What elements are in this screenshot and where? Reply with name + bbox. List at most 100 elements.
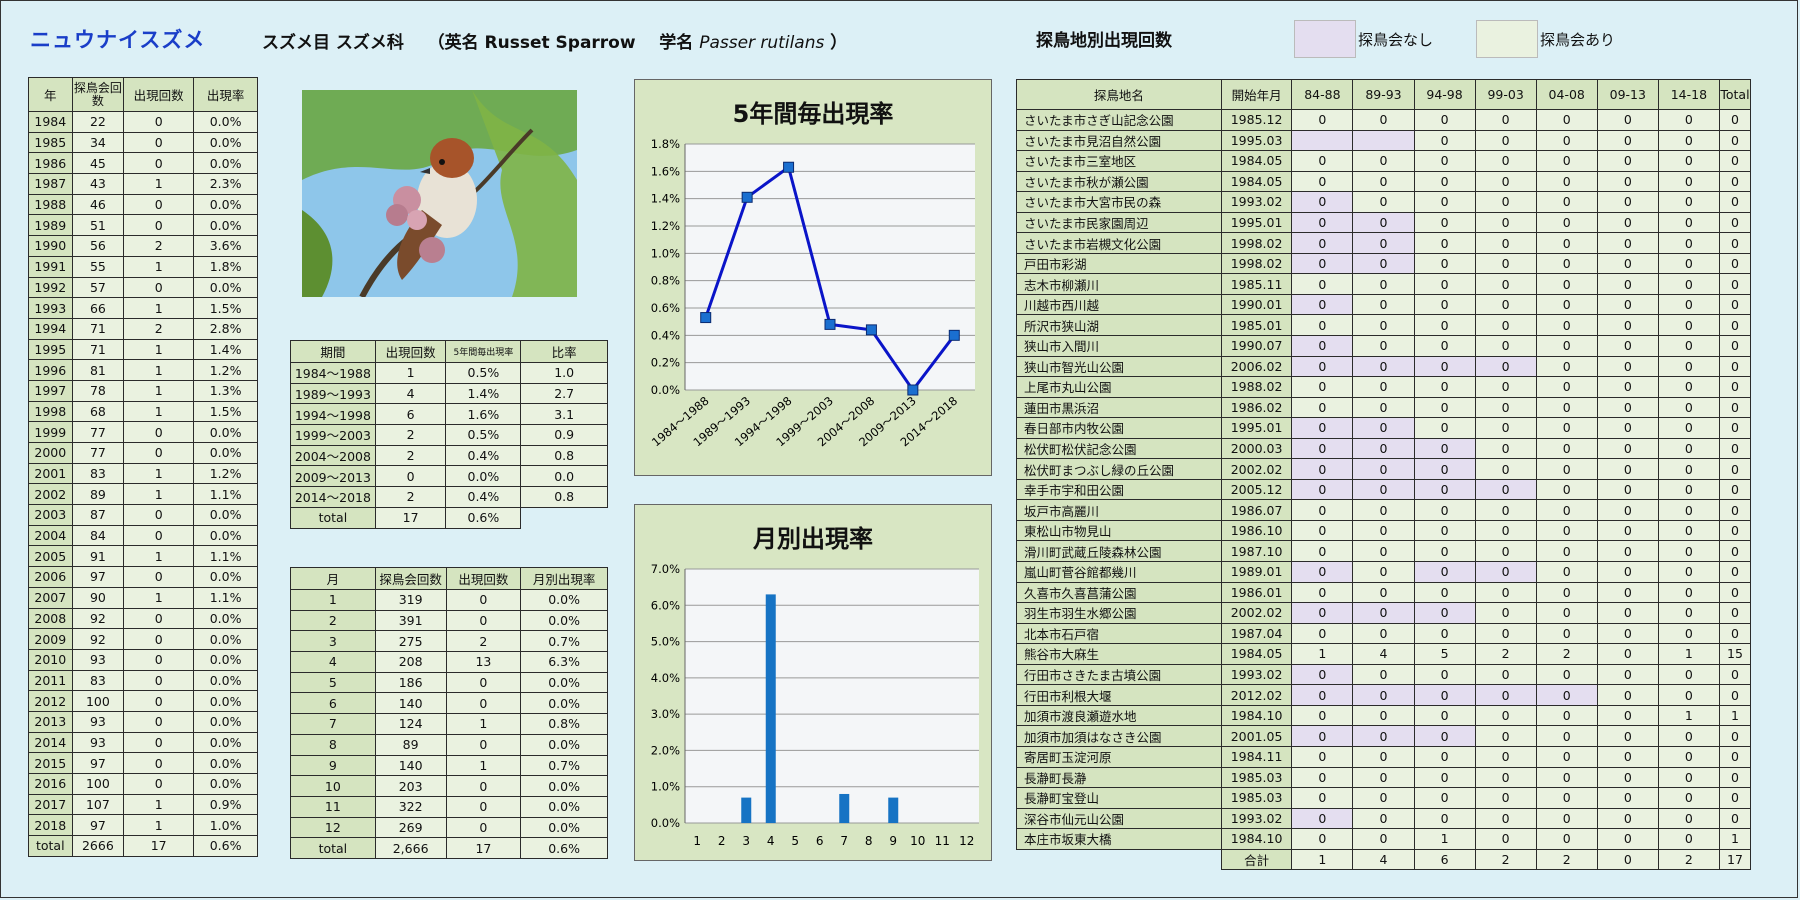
year-row: 1996 81 1 1.2% — [28, 359, 258, 381]
site-count-cell: 0 — [1291, 191, 1354, 213]
site-total-label: 合計 — [1220, 848, 1293, 871]
site-count-cell: 0 — [1474, 355, 1537, 378]
year-cell: 0 — [123, 111, 195, 133]
site-name: 松伏町まつぶし緑の丘公園 — [1016, 458, 1222, 480]
year-row: 1993 66 1 1.5% — [28, 297, 258, 319]
site-row: 嵐山町菅谷館都幾川 1989.01 0 0 0 0 0 0 0 0 — [1016, 561, 1752, 583]
year-cell: 1 — [123, 297, 195, 319]
bar-y-tick: 7.0% — [651, 562, 680, 576]
site-count-cell: 0 — [1535, 109, 1598, 131]
year-row: 1986 45 0 0.0% — [28, 152, 258, 175]
period-total-cell: 0.6% — [445, 506, 522, 529]
site-header-cell: 09-13 — [1596, 79, 1659, 110]
site-count-cell: 0 — [1291, 561, 1354, 583]
month-row: 9 140 1 0.7% — [290, 754, 608, 777]
year-cell: 1.1% — [193, 586, 258, 609]
site-count-cell: 0 — [1718, 417, 1752, 439]
month-cell: 12 — [290, 816, 376, 839]
site-count-cell: 0 — [1474, 376, 1537, 398]
month-total-cell: 17 — [445, 837, 522, 859]
year-cell: 1.3% — [193, 379, 258, 402]
site-count-cell: 0 — [1291, 252, 1354, 275]
site-count-cell: 0 — [1657, 581, 1720, 604]
month-cell: 6 — [290, 692, 376, 715]
year-cell: 100 — [71, 773, 125, 795]
year-cell: 3.6% — [193, 235, 258, 257]
site-count-cell: 0 — [1291, 211, 1354, 234]
year-cell: 1 — [123, 545, 195, 568]
site-count-cell: 0 — [1657, 663, 1720, 686]
year-cell: 0.0% — [193, 131, 258, 154]
site-count-cell: 0 — [1413, 766, 1476, 789]
year-cell: 2006 — [28, 566, 73, 588]
month-cell: 7 — [290, 713, 376, 735]
site-count-cell: 0 — [1718, 787, 1752, 809]
site-count-cell: 0 — [1535, 417, 1598, 439]
site-name: 滑川町武蔵丘陵森林公園 — [1016, 540, 1222, 563]
site-count-cell: 15 — [1718, 643, 1752, 665]
year-total-cell: 2666 — [71, 835, 125, 857]
site-count-cell: 0 — [1657, 396, 1720, 419]
site-name: 坂戸市高麗川 — [1016, 499, 1222, 521]
site-count-cell: 0 — [1352, 396, 1415, 419]
month-row: 11 322 0 0.0% — [290, 795, 608, 818]
site-count-cell: 0 — [1596, 745, 1659, 768]
site-count-cell: 0 — [1596, 766, 1659, 789]
site-count-cell: 0 — [1657, 787, 1720, 809]
site-count-cell — [1291, 129, 1354, 152]
site-count-cell: 0 — [1291, 704, 1354, 727]
site-name: さいたま市大宮市民の森 — [1016, 191, 1222, 213]
period-cell: 0.5% — [445, 362, 522, 384]
year-cell: 57 — [71, 276, 125, 299]
period-cell: 0.5% — [445, 424, 522, 446]
site-count-cell: 0 — [1352, 191, 1415, 213]
site-count-cell: 0 — [1352, 293, 1415, 316]
site-total-cell: 2 — [1657, 848, 1720, 871]
site-count-cell: 0 — [1413, 725, 1476, 747]
year-row: 1985 34 0 0.0% — [28, 131, 258, 154]
year-cell: 107 — [71, 793, 125, 816]
year-cell: 0 — [123, 504, 195, 526]
year-cell: 0 — [123, 566, 195, 588]
site-count-cell: 0 — [1352, 273, 1415, 295]
site-count-cell: 0 — [1474, 211, 1537, 234]
site-count-cell: 0 — [1474, 561, 1537, 583]
site-start: 2001.05 — [1220, 725, 1293, 747]
year-cell: 46 — [71, 193, 125, 216]
bar-plot-area — [685, 569, 979, 823]
sci-name: Passer rutilans — [699, 33, 825, 53]
site-name: 寄居町玉淀河原 — [1016, 745, 1222, 768]
site-count-cell: 0 — [1291, 807, 1354, 830]
site-start: 1990.01 — [1220, 293, 1293, 316]
site-count-cell: 1 — [1413, 828, 1476, 850]
period-cell: 0.4% — [445, 444, 522, 467]
site-count-cell: 0 — [1535, 396, 1598, 419]
site-count-cell: 0 — [1474, 519, 1537, 542]
year-row: 1999 77 0 0.0% — [28, 421, 258, 443]
year-cell: 0.0% — [193, 710, 258, 733]
year-cell: 2 — [123, 317, 195, 340]
year-table-header-cell: 探鳥会回数 — [71, 77, 125, 112]
month-cell: 4 — [290, 651, 376, 673]
site-total-cell: 1 — [1291, 848, 1354, 871]
year-row: 2013 93 0 0.0% — [28, 710, 258, 733]
period-header-cell: 出現回数 — [374, 340, 447, 363]
site-count-cell: 0 — [1352, 355, 1415, 378]
period-row: 1994～1998 6 1.6% 3.1 — [290, 403, 608, 426]
year-row: 1998 68 1 1.5% — [28, 400, 258, 423]
month-cell: 391 — [374, 609, 447, 632]
month-cell: 0 — [445, 795, 522, 818]
site-row: さいたま市見沼自然公園 1995.03 0 0 0 0 0 0 — [1016, 129, 1752, 152]
year-cell: 93 — [71, 731, 125, 754]
year-cell: 2.8% — [193, 317, 258, 340]
year-cell: 1992 — [28, 276, 73, 299]
site-count-cell: 0 — [1535, 519, 1598, 542]
year-cell: 1.5% — [193, 400, 258, 423]
site-count-cell: 0 — [1413, 273, 1476, 295]
year-cell: 0 — [123, 690, 195, 712]
site-name: 戸田市彩湖 — [1016, 252, 1222, 275]
year-cell: 1 — [123, 814, 195, 837]
site-count-cell: 0 — [1657, 766, 1720, 789]
month-cell: 186 — [374, 671, 447, 694]
line-y-tick: 0.2% — [651, 356, 680, 370]
